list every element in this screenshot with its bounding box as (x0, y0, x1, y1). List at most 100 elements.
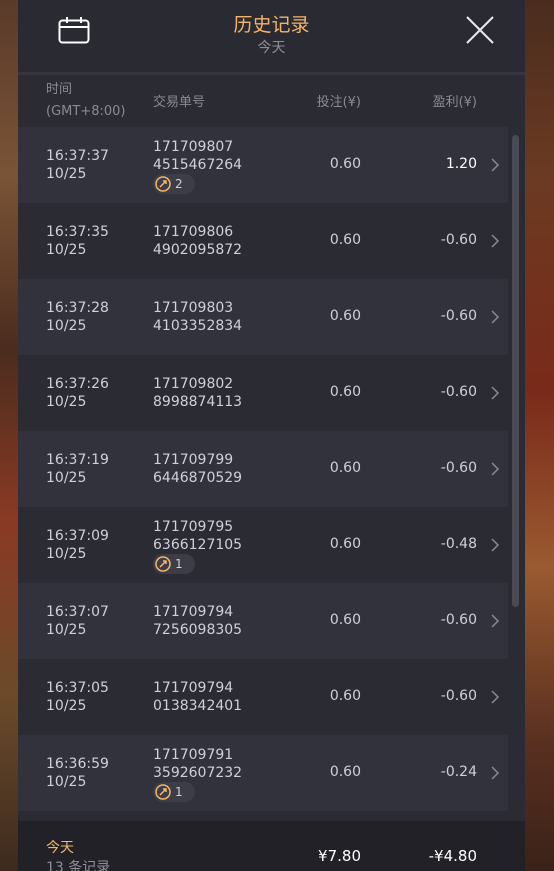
row-time-clock: 16:37:07 (46, 604, 109, 620)
bonus-count: 1 (175, 785, 183, 799)
row-order-line1: 171709794 (153, 680, 234, 696)
chevron-right-icon (491, 538, 500, 552)
row-profit: -0.60 (440, 384, 477, 400)
row-order: 171709794 7256098305 (153, 603, 242, 639)
summary-label: 今天 (46, 840, 74, 856)
row-order: 171709791 3592607232 (153, 746, 242, 782)
column-stake: 投注(¥) (316, 95, 361, 110)
row-time: 16:37:19 10/25 (46, 451, 109, 487)
history-row[interactable]: 16:37:05 10/25 171709794 0138342401 0.60 -0.6… (18, 659, 508, 735)
row-stake: 0.60 (329, 688, 361, 704)
total-profit: -¥4.80 (428, 847, 477, 865)
row-time-clock: 16:37:19 (46, 452, 109, 468)
background-left (0, 0, 18, 871)
column-profit: 盈利(¥) (432, 95, 477, 110)
panel-header: 历史记录 今天 (18, 0, 525, 75)
row-profit: -0.24 (440, 764, 477, 780)
row-order: 171709794 0138342401 (153, 679, 242, 715)
row-profit: -0.60 (440, 232, 477, 248)
chevron-right-icon (491, 158, 500, 172)
history-row[interactable]: 16:37:09 10/25 171709795 6366127105 1 0.60 -0.… (18, 507, 508, 583)
row-time: 16:37:26 10/25 (46, 375, 109, 411)
bonus-badge: 2 (153, 174, 195, 194)
row-order-line1: 171709806 (153, 224, 234, 240)
row-order-line1: 171709803 (153, 300, 234, 316)
history-row[interactable]: 16:36:59 10/25 171709791 3592607232 1 0.60 -0.… (18, 735, 508, 811)
history-list: 16:37:37 10/25 171709807 4515467264 2 0.60 1.2… (18, 127, 525, 821)
row-order-line2: 8998874113 (153, 394, 243, 410)
row-order: 171709803 4103352834 (153, 299, 242, 335)
column-header: 时间 (GMT+8:00) 交易单号 投注(¥) 盈利(¥) (18, 75, 525, 127)
row-time-date: 10/25 (46, 242, 87, 258)
chevron-right-icon (491, 614, 500, 628)
row-time-date: 10/25 (46, 318, 87, 334)
row-order-line1: 171709791 (153, 747, 234, 763)
row-profit: -0.60 (440, 460, 477, 476)
row-time-clock: 16:37:26 (46, 376, 109, 392)
row-time: 16:36:59 10/25 (46, 755, 109, 791)
column-time-label: 时间 (46, 82, 73, 97)
history-panel: 历史记录 今天 时间 (GMT+8:00) 交易单号 投注(¥) 盈利(¥) 1… (18, 0, 525, 871)
history-row[interactable]: 16:37:28 10/25 171709803 4103352834 0.60 -0.6… (18, 279, 508, 355)
close-icon[interactable] (464, 14, 496, 46)
row-time-date: 10/25 (46, 394, 87, 410)
row-order-line1: 171709794 (153, 604, 234, 620)
row-time-clock: 16:37:35 (46, 224, 109, 240)
row-order-line1: 171709802 (153, 376, 234, 392)
row-stake: 0.60 (329, 536, 361, 552)
bonus-icon (155, 556, 171, 572)
row-order: 171709807 4515467264 (153, 138, 242, 174)
chevron-right-icon (491, 310, 500, 324)
row-time: 16:37:28 10/25 (46, 299, 109, 335)
row-stake: 0.60 (329, 764, 361, 780)
row-order-line2: 4515467264 (153, 157, 243, 173)
history-row[interactable]: 16:37:37 10/25 171709807 4515467264 2 0.60 1.2… (18, 127, 508, 203)
row-time-clock: 16:36:59 (46, 756, 109, 772)
row-time-date: 10/25 (46, 166, 87, 182)
row-time-clock: 16:37:09 (46, 528, 109, 544)
chevron-right-icon (491, 386, 500, 400)
row-time-clock: 16:37:37 (46, 148, 109, 164)
record-count: 13 条记录 (46, 860, 111, 871)
row-order: 171709802 8998874113 (153, 375, 242, 411)
chevron-right-icon (491, 690, 500, 704)
row-time-date: 10/25 (46, 774, 87, 790)
row-order-line1: 171709795 (153, 519, 234, 535)
column-time-zone: (GMT+8:00) (46, 104, 126, 119)
row-stake: 0.60 (329, 156, 361, 172)
row-order-line2: 6446870529 (153, 470, 243, 486)
scrollbar[interactable] (512, 135, 519, 607)
row-profit: -0.48 (440, 536, 477, 552)
history-row[interactable]: 16:37:07 10/25 171709794 7256098305 0.60 -0.6… (18, 583, 508, 659)
row-order-line1: 171709807 (153, 139, 234, 155)
history-row[interactable]: 16:37:35 10/25 171709806 4902095872 0.60 -0.6… (18, 203, 508, 279)
row-order-line2: 0138342401 (153, 698, 243, 714)
row-order-line2: 3592607232 (153, 765, 243, 781)
chevron-right-icon (491, 462, 500, 476)
row-time-date: 10/25 (46, 470, 87, 486)
row-profit: -0.60 (440, 688, 477, 704)
row-time-date: 10/25 (46, 622, 87, 638)
row-time: 16:37:07 10/25 (46, 603, 109, 639)
row-time: 16:37:09 10/25 (46, 527, 109, 563)
history-row[interactable]: 16:37:19 10/25 171709799 6446870529 0.60 -0.6… (18, 431, 508, 507)
page-subtitle: 今天 (257, 40, 286, 56)
row-stake: 0.60 (329, 232, 361, 248)
row-time-date: 10/25 (46, 698, 87, 714)
bonus-badge: 1 (153, 554, 195, 574)
row-profit: -0.60 (440, 308, 477, 324)
row-time-date: 10/25 (46, 546, 87, 562)
row-time: 16:37:37 10/25 (46, 147, 109, 183)
history-row[interactable]: 16:37:26 10/25 171709802 8998874113 0.60 -0.6… (18, 355, 508, 431)
row-stake: 0.60 (329, 308, 361, 324)
row-order: 171709795 6366127105 (153, 518, 242, 554)
total-stake: ¥7.80 (318, 847, 361, 865)
column-order: 交易单号 (153, 95, 206, 110)
row-profit: -0.60 (440, 612, 477, 628)
bonus-count: 2 (175, 177, 183, 191)
chevron-right-icon (491, 234, 500, 248)
row-profit: 1.20 (445, 156, 477, 172)
summary-footer: 今天 13 条记录 ¥7.80 -¥4.80 (18, 821, 525, 871)
row-order-line2: 6366127105 (153, 537, 243, 553)
bonus-icon (155, 176, 171, 192)
